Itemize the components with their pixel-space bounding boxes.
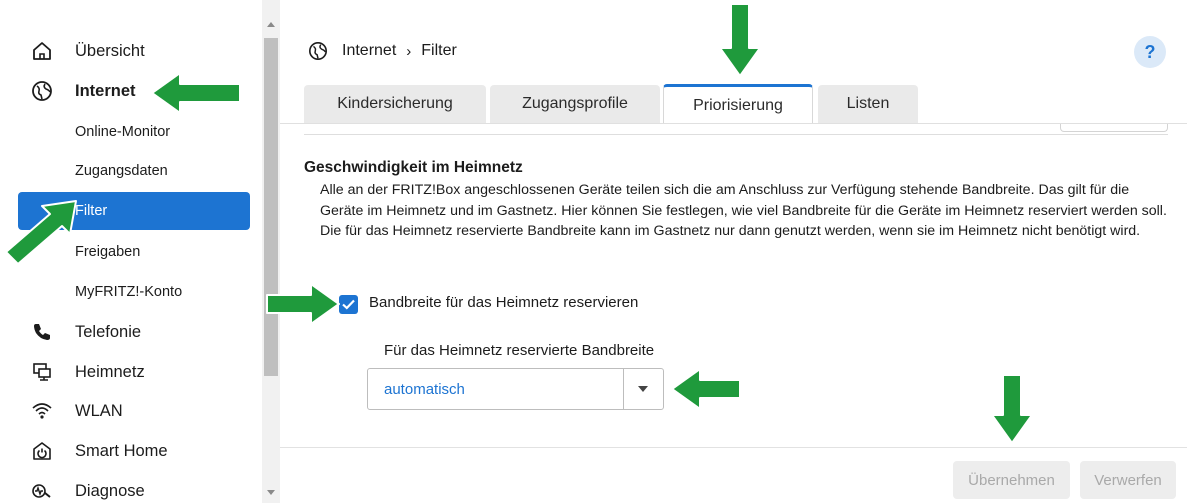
sidebar-item-heimnetz[interactable]: Heimnetz — [0, 357, 262, 387]
sidebar-item-label: Diagnose — [75, 481, 145, 500]
annotation-arrow-icon — [151, 72, 241, 114]
reserve-bandwidth-checkbox[interactable] — [339, 295, 358, 314]
sidebar-item-label: Heimnetz — [75, 362, 145, 381]
tab-label: Listen — [846, 95, 890, 112]
breadcrumb-internet[interactable]: Internet — [342, 42, 396, 60]
globe-icon — [30, 79, 54, 103]
reserve-bandwidth-label[interactable]: Bandbreite für das Heimnetz reservieren — [369, 294, 638, 311]
sidebar-subitem-zugangsdaten[interactable]: Zugangsdaten — [18, 152, 250, 190]
sidebar-subitem-online-monitor[interactable]: Online-Monitor — [18, 113, 250, 151]
section-description: Alle an der FRITZ!Box angeschlossenen Ge… — [320, 182, 1167, 239]
tab-zugangsprofile[interactable]: Zugangsprofile — [490, 85, 660, 123]
sidebar-subitem-label: Zugangsdaten — [75, 163, 168, 179]
tabs-divider — [280, 123, 1187, 124]
sidebar-item-label: WLAN — [75, 401, 123, 420]
section-heading: Geschwindigkeit im Heimnetz — [304, 159, 523, 176]
sidebar-item-label: Übersicht — [75, 41, 145, 60]
network-icon — [30, 360, 54, 384]
breadcrumb: Internet › Filter — [308, 41, 457, 61]
tab-label: Zugangsprofile — [522, 95, 628, 112]
sidebar-subitem-label: Online-Monitor — [75, 124, 171, 140]
discard-button[interactable]: Verwerfen — [1080, 461, 1176, 499]
wifi-icon — [30, 399, 54, 423]
globe-icon — [309, 42, 327, 60]
sidebar-item-wlan[interactable]: WLAN — [0, 396, 262, 426]
tab-listen[interactable]: Listen — [818, 85, 918, 123]
scroll-down-arrow-icon[interactable] — [267, 490, 275, 495]
caret-down-icon[interactable] — [638, 386, 648, 392]
diagnose-icon — [30, 479, 54, 503]
bandwidth-select-label: Für das Heimnetz reservierte Bandbreite — [384, 342, 655, 359]
sidebar-item-diagnose[interactable]: Diagnose — [0, 476, 262, 503]
footer-divider — [280, 447, 1187, 448]
sidebar-item-label: Telefonie — [75, 322, 142, 341]
help-button[interactable]: ? — [1134, 36, 1166, 68]
annotation-arrow-icon — [266, 283, 340, 325]
home-icon — [30, 39, 54, 63]
phone-icon — [30, 320, 54, 344]
checkmark-icon — [342, 299, 355, 310]
sidebar-subitem-myfritz-konto[interactable]: MyFRITZ!-Konto — [18, 273, 250, 311]
sidebar-item-uebersicht[interactable]: Übersicht — [0, 36, 262, 66]
sidebar-item-smart-home[interactable]: Smart Home — [0, 436, 262, 466]
annotation-arrow-icon — [671, 368, 741, 410]
breadcrumb-filter: Filter — [421, 42, 457, 59]
sidebar-item-telefonie[interactable]: Telefonie — [0, 317, 262, 347]
tab-label: Kindersicherung — [337, 95, 453, 112]
content-top-box — [1060, 124, 1168, 132]
sidebar-subitem-label: MyFRITZ!-Konto — [75, 284, 183, 300]
smart-home-icon — [30, 439, 54, 463]
select-divider — [623, 369, 624, 409]
annotation-arrow-icon — [719, 3, 761, 77]
annotation-arrow-icon — [991, 374, 1033, 444]
breadcrumb-separator: › — [406, 42, 412, 60]
annotation-arrow-icon — [5, 200, 77, 265]
tab-label: Priorisierung — [693, 96, 783, 114]
content-divider — [304, 134, 1168, 135]
scroll-up-arrow-icon[interactable] — [267, 22, 275, 27]
bandwidth-select-value: automatisch — [384, 381, 465, 398]
tab-priorisierung[interactable]: Priorisierung — [663, 84, 813, 124]
sidebar-item-label: Smart Home — [75, 441, 168, 460]
apply-button[interactable]: Übernehmen — [953, 461, 1070, 499]
bandwidth-select[interactable]: automatisch — [367, 368, 664, 410]
tab-kindersicherung[interactable]: Kindersicherung — [304, 85, 486, 123]
sidebar-item-label: Internet — [75, 81, 136, 100]
